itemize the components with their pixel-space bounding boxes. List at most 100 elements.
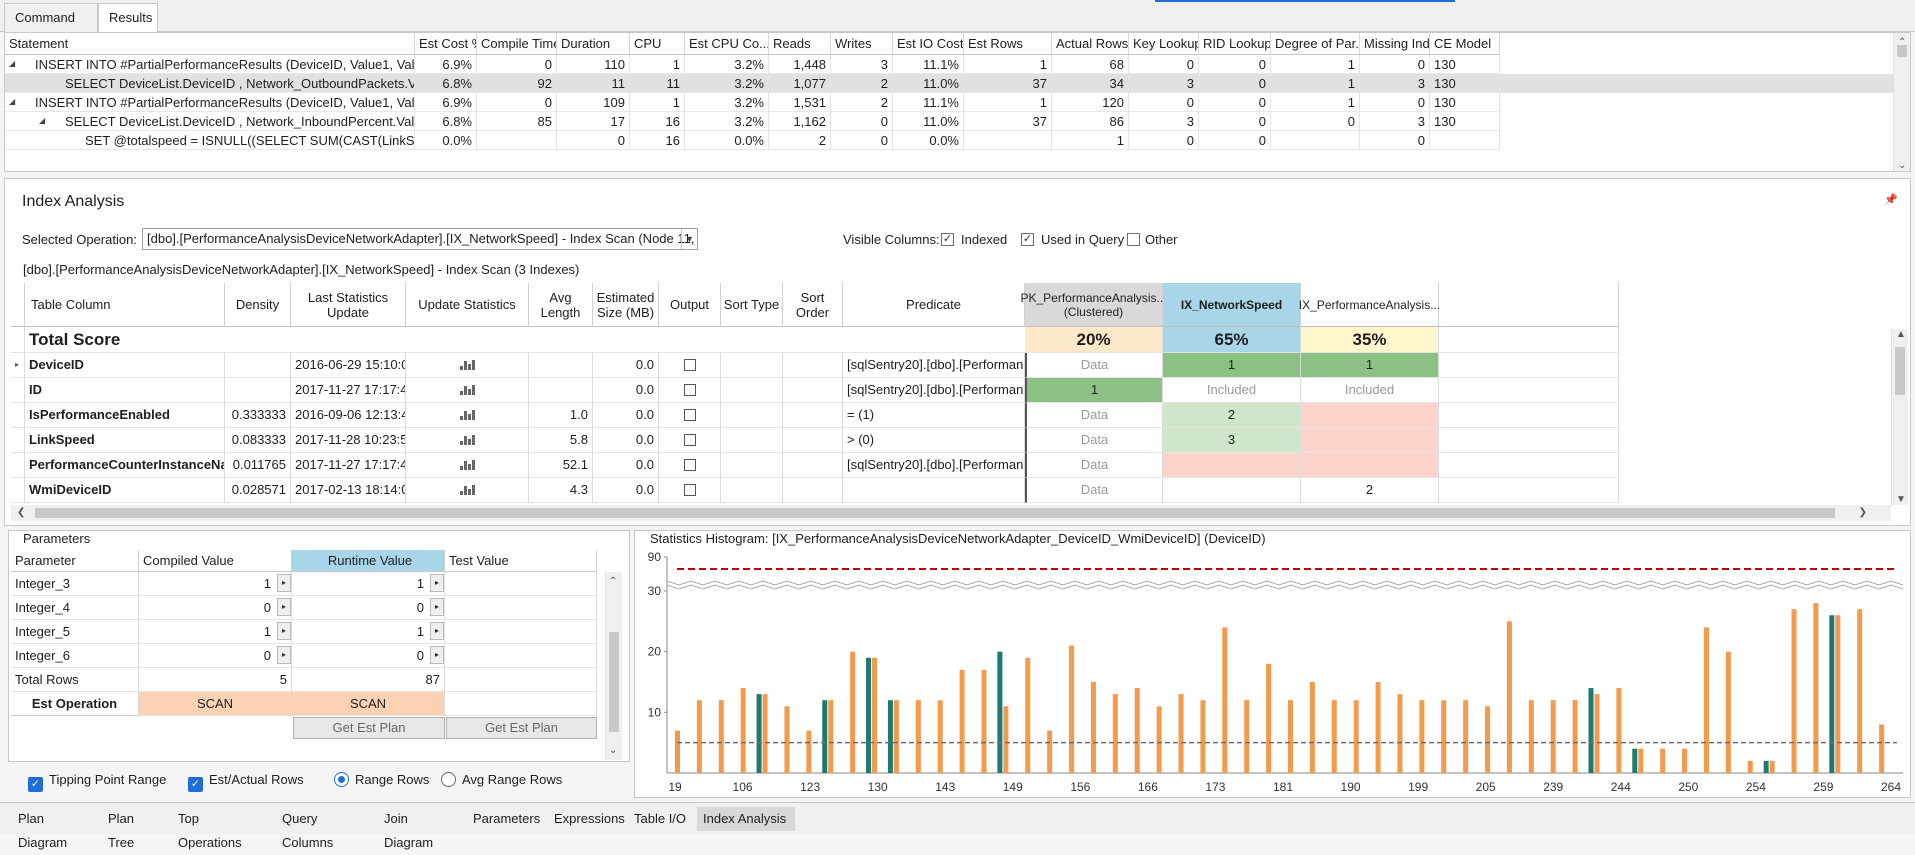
update-statistics-button[interactable] xyxy=(406,453,529,478)
update-statistics-button[interactable] xyxy=(406,403,529,428)
parameters-scrollbar[interactable]: ⌃ ⌄ xyxy=(605,572,622,760)
results-col-header[interactable]: Missing Ind... xyxy=(1360,33,1430,55)
scroll-down-icon[interactable]: ⌄ xyxy=(1898,160,1906,171)
output-checkbox[interactable] xyxy=(683,359,696,371)
compiled-value-cell[interactable]: 1 ▸ xyxy=(139,572,292,596)
tab-command-text[interactable]: Command Text xyxy=(4,3,98,52)
spin-arrow-icon[interactable]: ▸ xyxy=(277,574,291,592)
row-selector[interactable] xyxy=(11,428,25,453)
bottom-tab[interactable]: Plan Diagram xyxy=(12,807,96,850)
ia-col-header[interactable]: Sort Type xyxy=(721,283,783,327)
results-col-header[interactable]: CPU xyxy=(630,33,685,55)
compiled-value-cell[interactable]: 0 ▸ xyxy=(139,644,292,668)
update-statistics-button[interactable] xyxy=(406,478,529,503)
results-col-header[interactable]: Statement xyxy=(5,33,415,55)
runtime-value-cell[interactable]: 0 ▸ xyxy=(292,644,445,668)
spin-arrow-icon[interactable]: ▸ xyxy=(277,622,291,640)
compiled-value-cell[interactable]: 1 ▸ xyxy=(139,620,292,644)
output-checkbox[interactable] xyxy=(683,484,696,496)
indexed-checkbox[interactable]: ✓ xyxy=(941,233,954,246)
update-statistics-button[interactable] xyxy=(406,428,529,453)
results-col-header[interactable]: CE Model xyxy=(1430,33,1500,55)
compiled-value-cell[interactable]: 0 ▸ xyxy=(139,596,292,620)
scroll-thumb[interactable] xyxy=(1895,347,1905,395)
ia-col-header[interactable]: Output xyxy=(659,283,721,327)
vertical-scrollbar[interactable]: ▲ ▼ xyxy=(1891,329,1908,505)
results-col-header[interactable]: Key Lookups xyxy=(1129,33,1199,55)
scroll-down-icon[interactable]: ▼ xyxy=(1896,494,1906,505)
output-checkbox[interactable] xyxy=(683,459,696,471)
results-col-header[interactable]: Reads xyxy=(769,33,831,55)
row-selector[interactable] xyxy=(11,403,25,428)
bottom-tab[interactable]: Query Columns xyxy=(276,807,374,850)
ia-col-header[interactable]: Predicate xyxy=(843,283,1025,327)
tipping-point-checkbox[interactable]: ✓ Tipping Point Range xyxy=(28,772,166,792)
test-value-cell[interactable] xyxy=(445,572,597,596)
ia-col-header[interactable]: Table Column xyxy=(25,283,225,327)
spin-arrow-icon[interactable]: ▸ xyxy=(277,646,291,664)
results-col-header[interactable]: Compile Time xyxy=(477,33,557,55)
spin-arrow-icon[interactable]: ▸ xyxy=(430,598,444,616)
output-checkbox[interactable] xyxy=(683,409,696,421)
ia-col-header[interactable]: Avg Length xyxy=(529,283,593,327)
results-col-header[interactable]: Est IO Cost % xyxy=(893,33,964,55)
scroll-thumb[interactable] xyxy=(35,508,1835,518)
update-statistics-button[interactable] xyxy=(406,378,529,403)
scroll-thumb[interactable] xyxy=(609,632,619,732)
results-col-header[interactable]: Est Cost % xyxy=(415,33,477,55)
test-value-cell[interactable] xyxy=(445,644,597,668)
other-checkbox[interactable] xyxy=(1127,233,1140,246)
bottom-tab[interactable]: Plan Tree xyxy=(102,807,168,850)
scroll-thumb[interactable] xyxy=(1897,45,1907,57)
output-checkbox[interactable] xyxy=(683,384,696,396)
scroll-up-icon[interactable]: ⌃ xyxy=(609,576,617,587)
results-col-header[interactable]: RID Lookups xyxy=(1199,33,1271,55)
bottom-tab[interactable]: Parameters xyxy=(467,807,544,831)
runtime-value-cell[interactable]: 1 ▸ xyxy=(292,572,445,596)
bottom-tab[interactable]: Table I/O xyxy=(628,807,693,831)
scroll-down-icon[interactable]: ⌄ xyxy=(609,745,617,756)
spin-arrow-icon[interactable]: ▸ xyxy=(430,622,444,640)
ia-col-header[interactable]: Update Statistics xyxy=(406,283,529,327)
index-col-header[interactable]: IX_NetworkSpeed xyxy=(1163,283,1301,327)
bottom-tab[interactable]: Expressions xyxy=(548,807,625,831)
row-selector[interactable] xyxy=(11,453,25,478)
selected-operation-dropdown[interactable]: [dbo].[PerformanceAnalysisDeviceNetworkA… xyxy=(142,228,698,250)
index-col-header[interactable]: IX_PerformanceAnalysis... xyxy=(1299,283,1440,327)
ia-col-header[interactable]: Estimated Size (MB) xyxy=(593,283,659,327)
bottom-tab[interactable]: Join Diagram xyxy=(378,807,463,850)
pin-icon[interactable]: 📌 xyxy=(1884,193,1898,206)
test-value-cell[interactable] xyxy=(445,620,597,644)
est-actual-rows-checkbox[interactable]: ✓ Est/Actual Rows xyxy=(188,772,304,792)
compiled-col-header[interactable]: Compiled Value xyxy=(139,550,292,572)
param-col-header[interactable]: Parameter xyxy=(11,550,139,572)
row-selector[interactable] xyxy=(11,478,25,503)
ia-col-header[interactable]: Last Statistics Update xyxy=(291,283,406,327)
update-statistics-button[interactable] xyxy=(406,353,529,378)
scroll-left-icon[interactable]: ❮ xyxy=(17,507,25,518)
test-value-cell[interactable] xyxy=(445,596,597,620)
results-col-header[interactable]: Duration xyxy=(557,33,630,55)
horizontal-scrollbar[interactable]: ❮ ❯ xyxy=(11,505,1891,521)
results-col-header[interactable]: Writes xyxy=(831,33,893,55)
results-col-header[interactable]: Degree of Par... xyxy=(1271,33,1360,55)
spin-arrow-icon[interactable]: ▸ xyxy=(277,598,291,616)
runtime-value-cell[interactable]: 1 ▸ xyxy=(292,620,445,644)
get-est-plan-test-button[interactable]: Get Est Plan xyxy=(446,717,597,739)
used-in-query-checkbox[interactable]: ✓ xyxy=(1021,233,1034,246)
ia-col-header[interactable]: Density xyxy=(225,283,291,327)
get-est-plan-runtime-button[interactable]: Get Est Plan xyxy=(293,717,445,739)
spin-arrow-icon[interactable]: ▸ xyxy=(430,574,444,592)
results-col-header[interactable]: Est Rows xyxy=(964,33,1052,55)
results-col-header[interactable]: Actual Rows xyxy=(1052,33,1129,55)
bottom-tab[interactable]: Top Operations xyxy=(172,807,272,850)
scroll-up-icon[interactable]: ▲ xyxy=(1896,329,1906,340)
row-selector[interactable] xyxy=(11,378,25,403)
scroll-right-icon[interactable]: ❯ xyxy=(1859,507,1867,518)
runtime-value-cell[interactable]: 0 ▸ xyxy=(292,596,445,620)
runtime-col-header[interactable]: Runtime Value xyxy=(292,550,445,572)
avg-range-rows-radio[interactable]: Avg Range Rows xyxy=(441,772,562,787)
output-checkbox[interactable] xyxy=(683,434,696,446)
index-col-header[interactable]: PK_PerformanceAnalysis... (Clustered) xyxy=(1020,283,1167,327)
spin-arrow-icon[interactable]: ▸ xyxy=(430,646,444,664)
